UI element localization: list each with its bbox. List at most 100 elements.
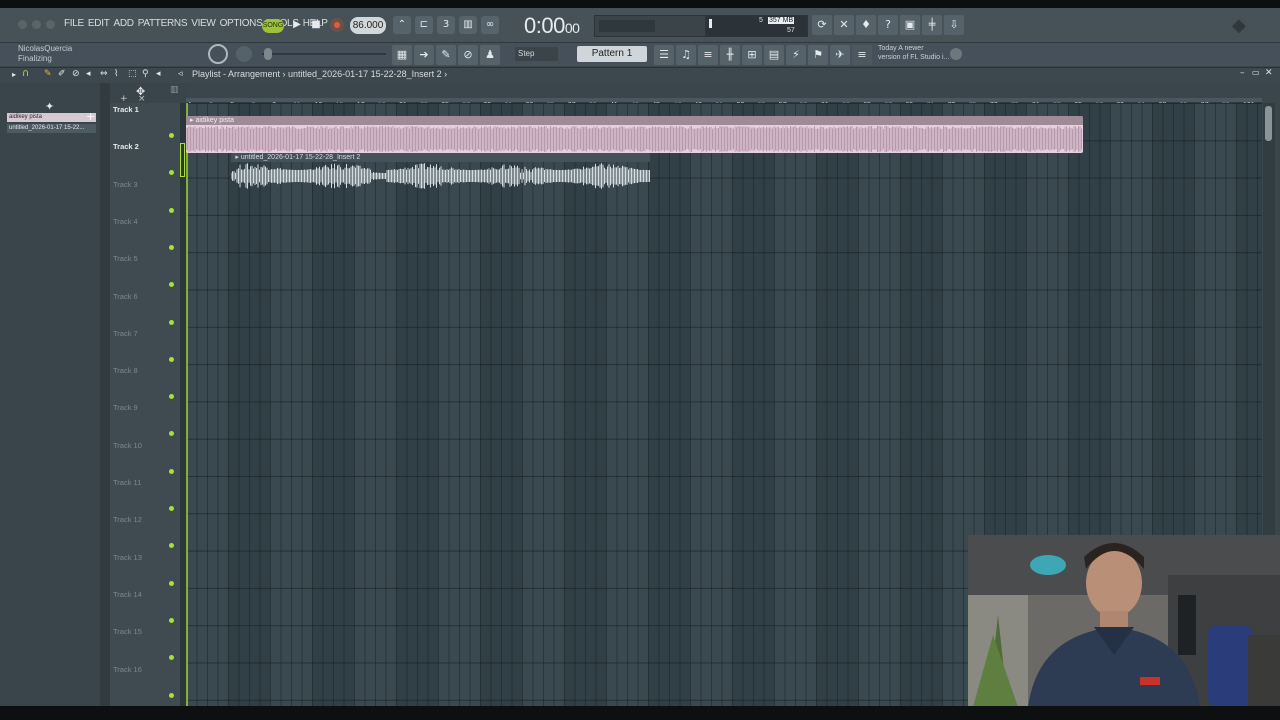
pitch-slider[interactable] <box>262 53 386 55</box>
playlist-icon[interactable]: ☰ <box>654 45 674 65</box>
track-active-led[interactable] <box>169 655 174 661</box>
slice-tool-icon[interactable]: ⌇ <box>114 69 118 79</box>
plug-icon[interactable]: ⚡ <box>786 45 806 65</box>
minimize-playlist-icon[interactable]: – <box>1240 68 1245 78</box>
master-pitch-knob[interactable] <box>236 46 252 62</box>
track-active-led[interactable] <box>169 356 174 362</box>
mixer-icon[interactable]: ╪ <box>922 15 942 35</box>
panel-divider[interactable] <box>100 83 110 706</box>
minimize-window-icon[interactable] <box>32 20 41 29</box>
track-label[interactable]: Track 11 <box>113 478 141 487</box>
playhead[interactable] <box>186 103 188 706</box>
track-active-led[interactable] <box>169 543 174 549</box>
track-label[interactable]: Track 5 <box>113 254 138 263</box>
loop-record-icon[interactable]: ∞ <box>481 16 499 34</box>
track-label[interactable]: Track 7 <box>113 329 138 338</box>
add-clip-icon[interactable]: + <box>86 110 95 123</box>
plugin-icon[interactable]: ▤ <box>764 45 784 65</box>
link-icon[interactable]: ⊘ <box>458 45 478 65</box>
track-label[interactable]: Track 14 <box>113 590 142 599</box>
delete-tool-icon[interactable]: ⊘ <box>72 69 80 79</box>
news-ticker[interactable]: Today A newer version of FL Studio i... <box>878 44 949 62</box>
track-active-led[interactable] <box>169 692 174 698</box>
track-active-led[interactable] <box>169 133 174 138</box>
pitch-slider-handle[interactable] <box>264 48 272 60</box>
stop-button[interactable]: ■ <box>307 16 325 34</box>
clip-list-item[interactable]: aidikey pista <box>7 113 96 122</box>
audio-clip[interactable]: ▸ untitled_2026-01-17 15-22-28_Insert 2 <box>231 153 651 190</box>
horizontal-scrollbar[interactable] <box>186 98 1262 102</box>
blend-notes-icon[interactable]: ▥ <box>459 16 477 34</box>
menu-view[interactable]: VIEW <box>191 18 216 29</box>
track-label[interactable]: Track 9 <box>113 403 138 412</box>
stamp-icon[interactable]: ♟ <box>480 45 500 65</box>
news-icon[interactable]: ≡ <box>852 45 872 65</box>
track-label[interactable]: Track 1 <box>113 105 139 114</box>
snap-select[interactable]: Step <box>515 47 558 61</box>
slip-tool-icon[interactable]: ⇔ <box>100 69 108 79</box>
wait-input-icon[interactable]: ⊏ <box>415 16 433 34</box>
pattern-selector[interactable]: Pattern 1 <box>577 46 647 62</box>
tempo-display[interactable]: 86.000 <box>350 17 386 34</box>
track-active-led[interactable] <box>169 170 174 176</box>
track-label[interactable]: Track 3 <box>113 180 138 189</box>
countdown-icon[interactable]: 3 <box>437 16 455 34</box>
vertical-scroll-thumb[interactable] <box>1265 106 1272 141</box>
clip-list-item[interactable]: untitled_2026-01-17 15-22... <box>7 124 96 133</box>
track-active-led[interactable] <box>169 468 174 474</box>
metronome-icon[interactable]: ⌃ <box>393 16 411 34</box>
mute-tool-icon[interactable]: ◂ <box>86 69 91 79</box>
maximize-window-icon[interactable] <box>46 20 55 29</box>
track-label[interactable]: Track 16 <box>113 665 142 674</box>
track-active-led[interactable] <box>169 617 174 623</box>
send-icon[interactable]: ✈ <box>830 45 850 65</box>
close-window-icon[interactable] <box>18 20 27 29</box>
help-icon[interactable]: ? <box>878 15 898 35</box>
track-active-led[interactable] <box>169 394 174 400</box>
pencil-icon[interactable]: ✎ <box>436 45 456 65</box>
track-active-led[interactable] <box>169 319 174 325</box>
piano-roll-icon[interactable]: ♫ <box>676 45 696 65</box>
draw-tool-icon[interactable]: ✎ <box>44 69 52 79</box>
zoom-tool-icon[interactable]: ⚲ <box>142 69 149 79</box>
track-active-led[interactable] <box>169 244 174 250</box>
refresh-icon[interactable]: ⟳ <box>812 15 832 35</box>
menu-file[interactable]: FILE <box>64 18 84 29</box>
menu-patterns[interactable]: PATTERNS <box>138 18 188 29</box>
playback-tool-icon[interactable]: ◂ <box>156 69 161 79</box>
track-active-led[interactable] <box>169 580 174 586</box>
save-icon[interactable]: ▣ <box>900 15 920 35</box>
track-label[interactable]: Track 15 <box>113 627 142 636</box>
song-mode-toggle[interactable]: SONG <box>262 19 284 33</box>
select-tool-icon[interactable]: ⬚ <box>128 69 137 79</box>
browser-icon[interactable]: ⊞ <box>742 45 762 65</box>
channel-rack-icon[interactable]: ≡ <box>698 45 718 65</box>
track-label[interactable]: Track 8 <box>113 366 138 375</box>
track-label[interactable]: Track 10 <box>113 441 142 450</box>
speaker-icon[interactable]: ◃ <box>178 69 183 79</box>
microphone-icon[interactable]: ♦ <box>856 15 876 35</box>
grid-icon[interactable]: ▥ <box>170 85 179 95</box>
paint-tool-icon[interactable]: ✐ <box>58 69 66 79</box>
menu-options[interactable]: OPTIONS <box>220 18 263 29</box>
globe-icon[interactable] <box>950 48 962 60</box>
restore-playlist-icon[interactable]: ▭ <box>1252 68 1260 77</box>
magnet-icon[interactable]: ∩ <box>22 68 29 79</box>
people-icon[interactable]: ⚑ <box>808 45 828 65</box>
track-active-led[interactable] <box>169 282 174 288</box>
track-label[interactable]: Track 2 <box>113 142 139 151</box>
record-button[interactable] <box>330 18 344 32</box>
arrow-right-icon[interactable]: ➔ <box>414 45 434 65</box>
track-label[interactable]: Track 4 <box>113 217 138 226</box>
mixer-view-icon[interactable]: ╫ <box>720 45 740 65</box>
track-label[interactable]: Track 13 <box>113 553 142 562</box>
master-volume-knob[interactable] <box>208 44 228 64</box>
track-active-led[interactable] <box>169 207 174 213</box>
tools-icon[interactable]: ✕ <box>834 15 854 35</box>
track-label[interactable]: Track 12 <box>113 515 142 524</box>
download-icon[interactable]: ⇩ <box>944 15 964 35</box>
close-playlist-icon[interactable]: ✕ <box>1265 68 1273 78</box>
play-button[interactable]: ▶ <box>288 16 306 34</box>
track-active-led[interactable] <box>169 431 174 437</box>
audio-clip[interactable]: ▸ aidikey pista <box>186 116 1083 153</box>
